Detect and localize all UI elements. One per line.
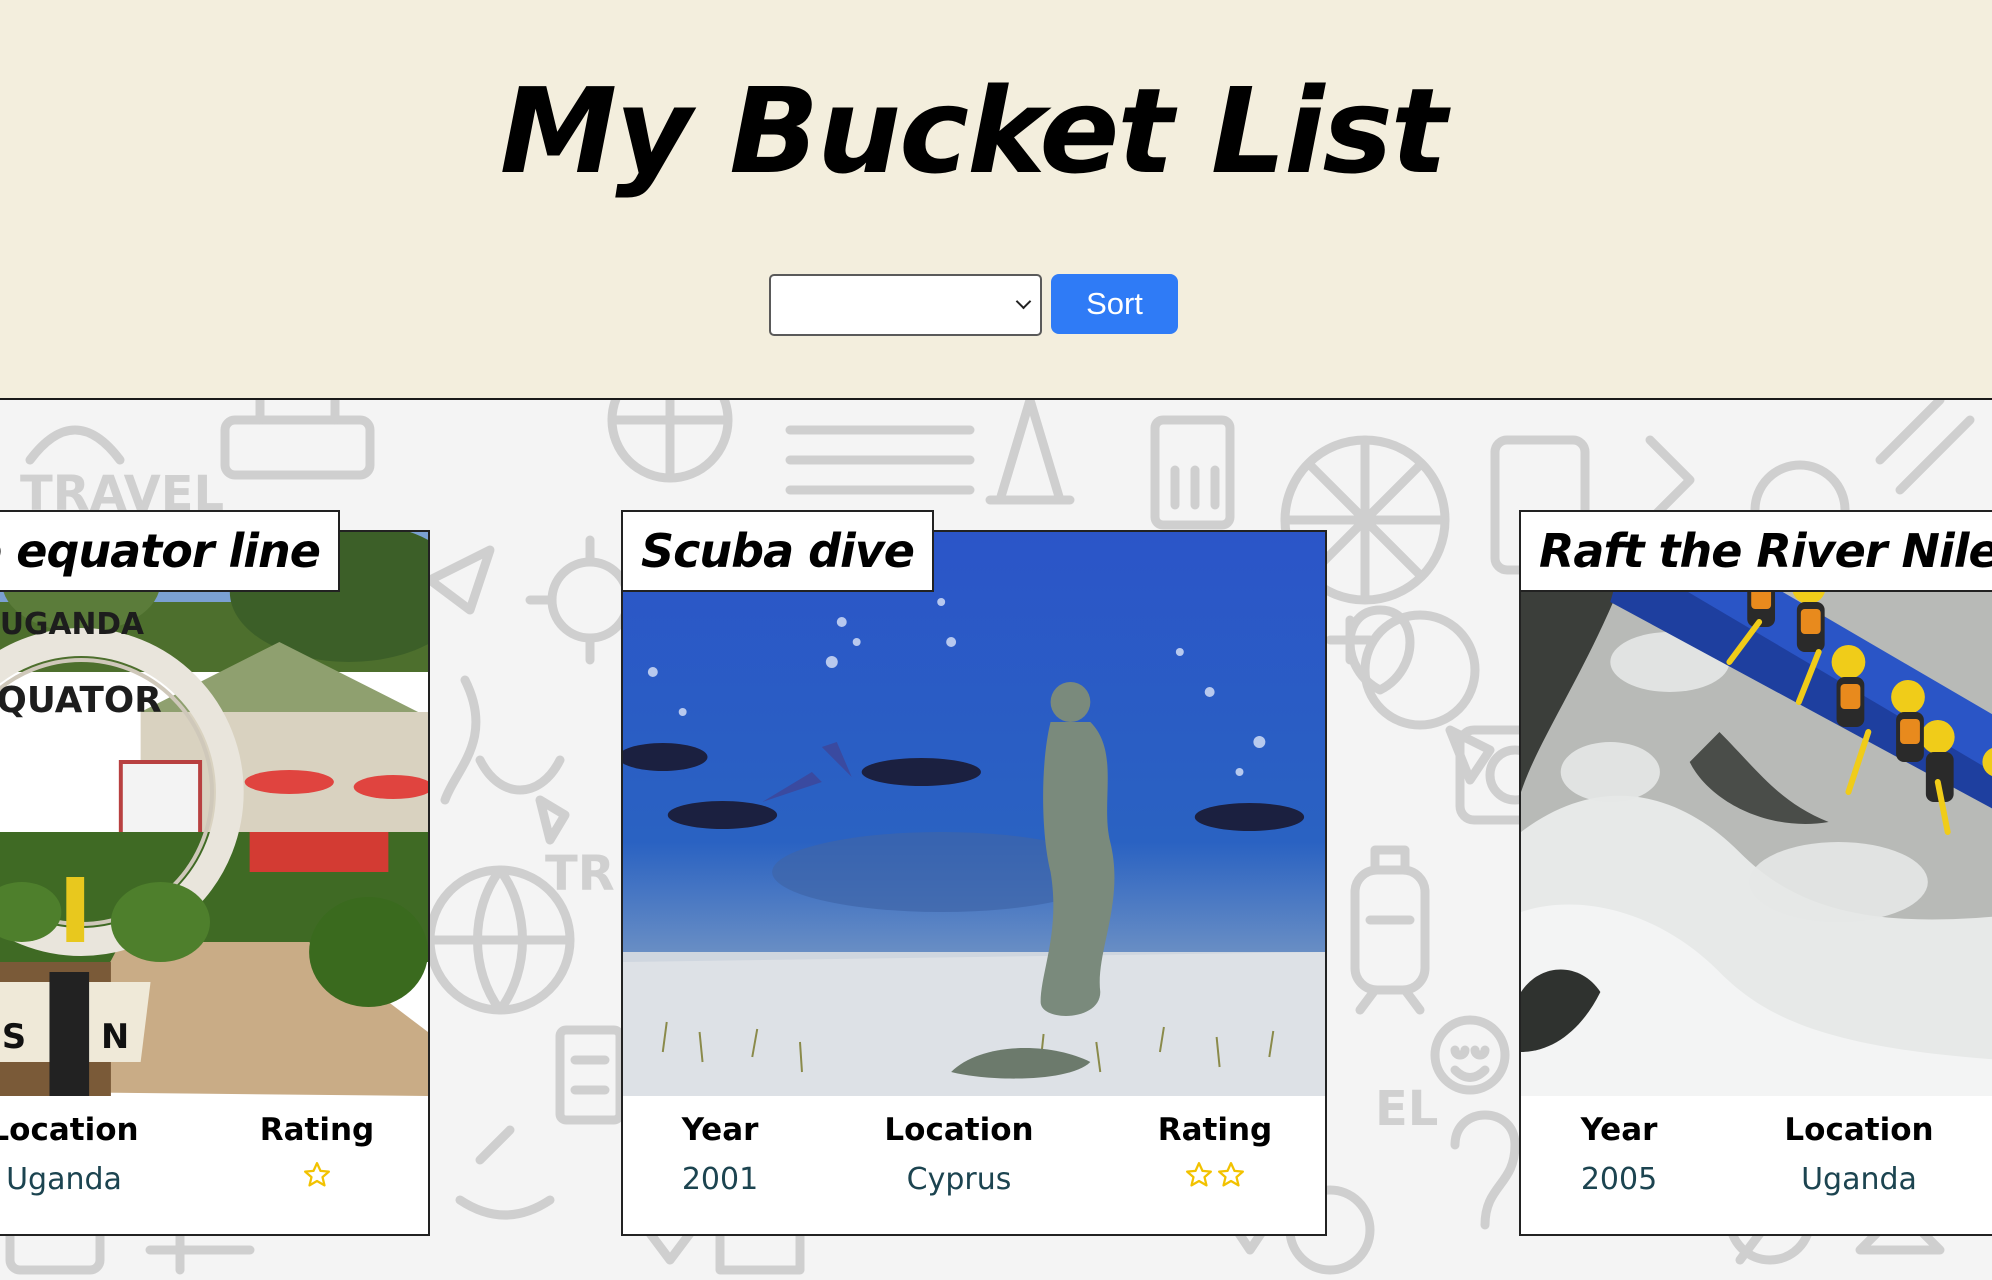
location-value: Uganda: [1801, 1162, 1917, 1197]
bucket-card[interactable]: Raft the River Nile Year 2005 Location U…: [1519, 510, 1992, 1236]
monument-s-text: S: [2, 1017, 26, 1056]
page-header: My Bucket List Sort: [0, 0, 1992, 400]
card-image: [1521, 532, 1992, 1096]
page-title: My Bucket List: [499, 62, 1447, 200]
card-details: Location Uganda Rating: [0, 1096, 428, 1234]
card-details: Year 2005 Location Uganda: [1521, 1096, 1992, 1234]
card-title-text: Scuba dive: [641, 524, 915, 578]
card-gallery: TRAVEL TR EL UGANDA QUATOR S N equator l…: [0, 400, 1992, 1280]
star-outline-icon: [1184, 1160, 1214, 1190]
monument-sign-text: EQUATOR: [0, 680, 162, 721]
year-column: Year 2001: [610, 1112, 830, 1197]
location-value: Cyprus: [906, 1162, 1012, 1197]
year-value: 2005: [1580, 1162, 1658, 1197]
rating-label: Rating: [1157, 1112, 1273, 1148]
monument-country-text: UGANDA: [0, 607, 144, 642]
card-title-text: Raft the River Nile: [1539, 524, 1992, 578]
card-title: Raft the River Nile: [1519, 510, 1992, 592]
svg-text:TR: TR: [545, 846, 615, 902]
rating-stars: [1105, 1160, 1325, 1190]
bucket-card[interactable]: UGANDA EQUATOR S N he equator line Locat…: [0, 510, 430, 1236]
card-title: he equator line: [0, 510, 340, 592]
sort-select[interactable]: [769, 274, 1042, 336]
monument-n-text: N: [101, 1017, 129, 1056]
rating-column: Rating: [207, 1112, 427, 1190]
star-outline-icon: [1216, 1160, 1246, 1190]
svg-text:EL: EL: [1375, 1081, 1438, 1137]
card-image: [623, 532, 1325, 1096]
sort-controls: Sort: [769, 274, 1178, 336]
location-label: Location: [884, 1112, 1034, 1148]
year-value: 2001: [681, 1162, 759, 1197]
rating-column: Rating: [1105, 1112, 1325, 1190]
location-column: Location Cyprus: [849, 1112, 1069, 1197]
sort-button[interactable]: Sort: [1051, 274, 1178, 334]
card-image: UGANDA EQUATOR S N: [0, 532, 428, 1096]
location-column: Location Uganda: [1749, 1112, 1969, 1197]
location-value: Uganda: [6, 1162, 122, 1197]
bucket-card[interactable]: Scuba dive Year 2001 Location Cyprus Rat…: [621, 510, 1327, 1236]
year-label: Year: [681, 1112, 759, 1148]
rating-label: Rating: [259, 1112, 375, 1148]
card-title: Scuba dive: [621, 510, 935, 592]
star-outline-icon: [302, 1160, 332, 1190]
year-column: Year 2005: [1509, 1112, 1729, 1197]
location-label: Location: [0, 1112, 139, 1148]
card-title-text: he equator line: [0, 524, 321, 578]
chevron-down-icon: [1015, 293, 1032, 310]
year-label: Year: [1580, 1112, 1658, 1148]
location-label: Location: [1784, 1112, 1934, 1148]
card-details: Year 2001 Location Cyprus Rating: [623, 1096, 1325, 1234]
rating-stars: [207, 1160, 427, 1190]
location-column: Location Uganda: [0, 1112, 174, 1197]
